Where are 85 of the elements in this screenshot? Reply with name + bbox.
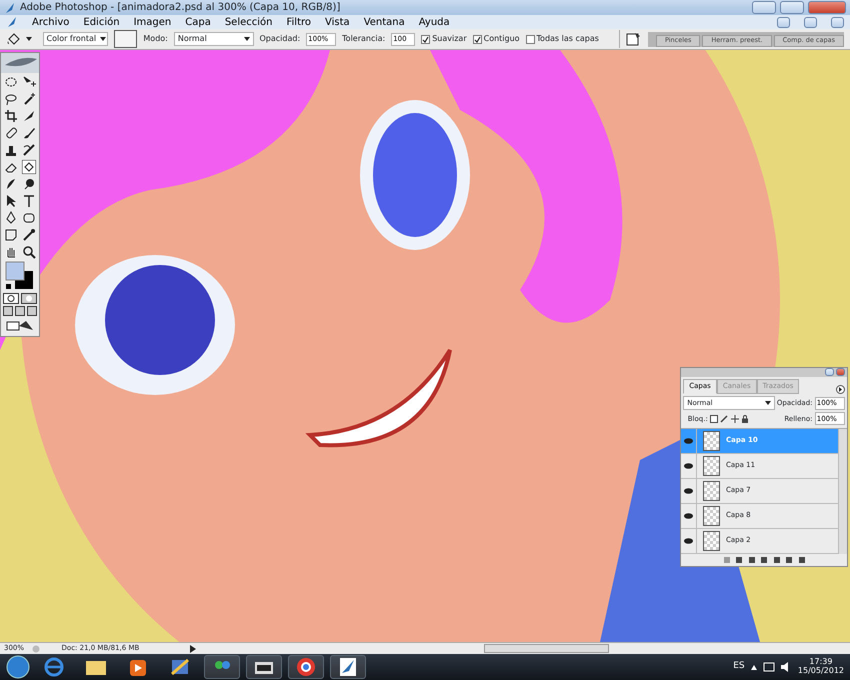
layer-thumbnail <box>703 456 720 476</box>
menu-item[interactable]: Imagen <box>134 14 172 30</box>
eye-icon[interactable] <box>684 488 693 494</box>
mask-mode-icon[interactable] <box>21 293 38 304</box>
checkbox[interactable] <box>421 34 430 44</box>
brush-icon[interactable] <box>22 126 36 140</box>
clock-time[interactable]: 17:39 <box>809 658 832 667</box>
minimize-button[interactable] <box>824 368 834 376</box>
lasso-icon[interactable] <box>4 92 18 106</box>
checkerboard-icon[interactable] <box>710 414 718 423</box>
checkbox[interactable] <box>472 34 482 44</box>
note-icon[interactable] <box>4 228 18 242</box>
menu-item[interactable]: Ayuda <box>418 14 450 30</box>
palette-toggle-icon[interactable] <box>626 32 642 46</box>
type-icon[interactable] <box>22 194 36 208</box>
window-title: Adobe Photoshop - [animadora2.psd al 300% (Capa 10, RGB/8)] <box>20 1 342 15</box>
minimize-button[interactable] <box>777 16 790 28</box>
layer-thumbnail <box>703 530 720 550</box>
close-button[interactable] <box>831 16 844 28</box>
mode-dropdown[interactable]: Normal <box>174 32 254 46</box>
eye-icon[interactable] <box>684 512 693 518</box>
layer-thumbnail <box>703 506 720 526</box>
language-indicator[interactable]: ES <box>733 660 745 674</box>
layer-thumbnail <box>703 480 720 500</box>
check-icon <box>474 36 481 42</box>
eye-icon[interactable] <box>684 538 693 544</box>
checkbox-label: Todas las capas <box>536 33 599 45</box>
caret-icon <box>244 36 250 42</box>
menu-item[interactable]: Archivo <box>32 14 70 30</box>
eye-icon[interactable] <box>684 462 693 468</box>
menu-item[interactable]: Filtro <box>286 14 312 30</box>
lock-icon[interactable] <box>740 414 749 423</box>
panel-menu-icon[interactable] <box>836 384 845 394</box>
shape-icon[interactable] <box>22 211 36 225</box>
sponge-icon[interactable] <box>22 177 36 191</box>
scrollbar[interactable] <box>838 428 847 554</box>
caret-icon[interactable] <box>750 664 757 670</box>
move-icon[interactable] <box>730 414 739 423</box>
smudge-icon[interactable] <box>4 177 18 191</box>
pointer-icon[interactable] <box>4 194 18 208</box>
mode-label: Modo: <box>143 33 168 45</box>
menu-item[interactable]: Capa <box>185 14 211 30</box>
tolerance-label: Tolerancia: <box>342 33 386 45</box>
play-icon[interactable] <box>190 644 196 652</box>
opacity-label: Opacidad: <box>260 33 300 45</box>
caret-icon[interactable] <box>26 36 32 42</box>
caret-icon <box>764 400 771 406</box>
eye-icon[interactable] <box>684 438 693 444</box>
wand-icon[interactable] <box>22 92 36 106</box>
layer-thumbnail <box>703 430 720 450</box>
clock-date[interactable]: 15/05/2012 <box>798 667 844 676</box>
minimize-button[interactable] <box>752 1 776 14</box>
zoom-icon[interactable] <box>22 245 36 259</box>
jump-to-icon[interactable] <box>6 318 34 332</box>
menu-item[interactable]: Selección <box>224 14 272 30</box>
checkbox-label: Suavizar <box>432 33 467 45</box>
fill-source-dropdown[interactable]: Color frontal <box>42 32 108 46</box>
move-icon[interactable] <box>22 75 36 89</box>
eyedropper-icon[interactable] <box>22 228 36 242</box>
mask-mode-icon[interactable] <box>2 293 19 304</box>
network-icon[interactable] <box>762 662 775 672</box>
pattern-picker[interactable] <box>114 30 138 48</box>
color-swatches-icon[interactable] <box>5 261 35 291</box>
restore-button[interactable] <box>804 16 817 28</box>
caret-icon <box>100 36 106 42</box>
checkbox[interactable] <box>526 34 535 44</box>
marquee-icon[interactable] <box>4 75 18 89</box>
crop-icon[interactable] <box>4 109 18 123</box>
menu-item[interactable]: Ventana <box>364 14 405 30</box>
pen-icon[interactable] <box>4 211 18 225</box>
menu-item[interactable]: Edición <box>83 14 120 30</box>
scroll-thumb[interactable] <box>484 644 609 653</box>
brush-icon[interactable] <box>720 414 728 423</box>
start-button[interactable] <box>6 655 30 679</box>
restore-button[interactable] <box>780 1 804 14</box>
knife-icon[interactable] <box>22 109 36 123</box>
history-brush-icon[interactable] <box>22 143 36 157</box>
checkbox-label: Contiguo <box>484 33 520 45</box>
speaker-icon[interactable] <box>780 662 790 672</box>
bandage-icon[interactable] <box>4 126 18 140</box>
check-icon <box>422 36 430 42</box>
screen-mode-icon[interactable] <box>3 306 37 316</box>
stamp-icon[interactable] <box>4 143 18 157</box>
menu-item[interactable]: Vista <box>325 14 350 30</box>
close-button[interactable] <box>836 368 845 376</box>
